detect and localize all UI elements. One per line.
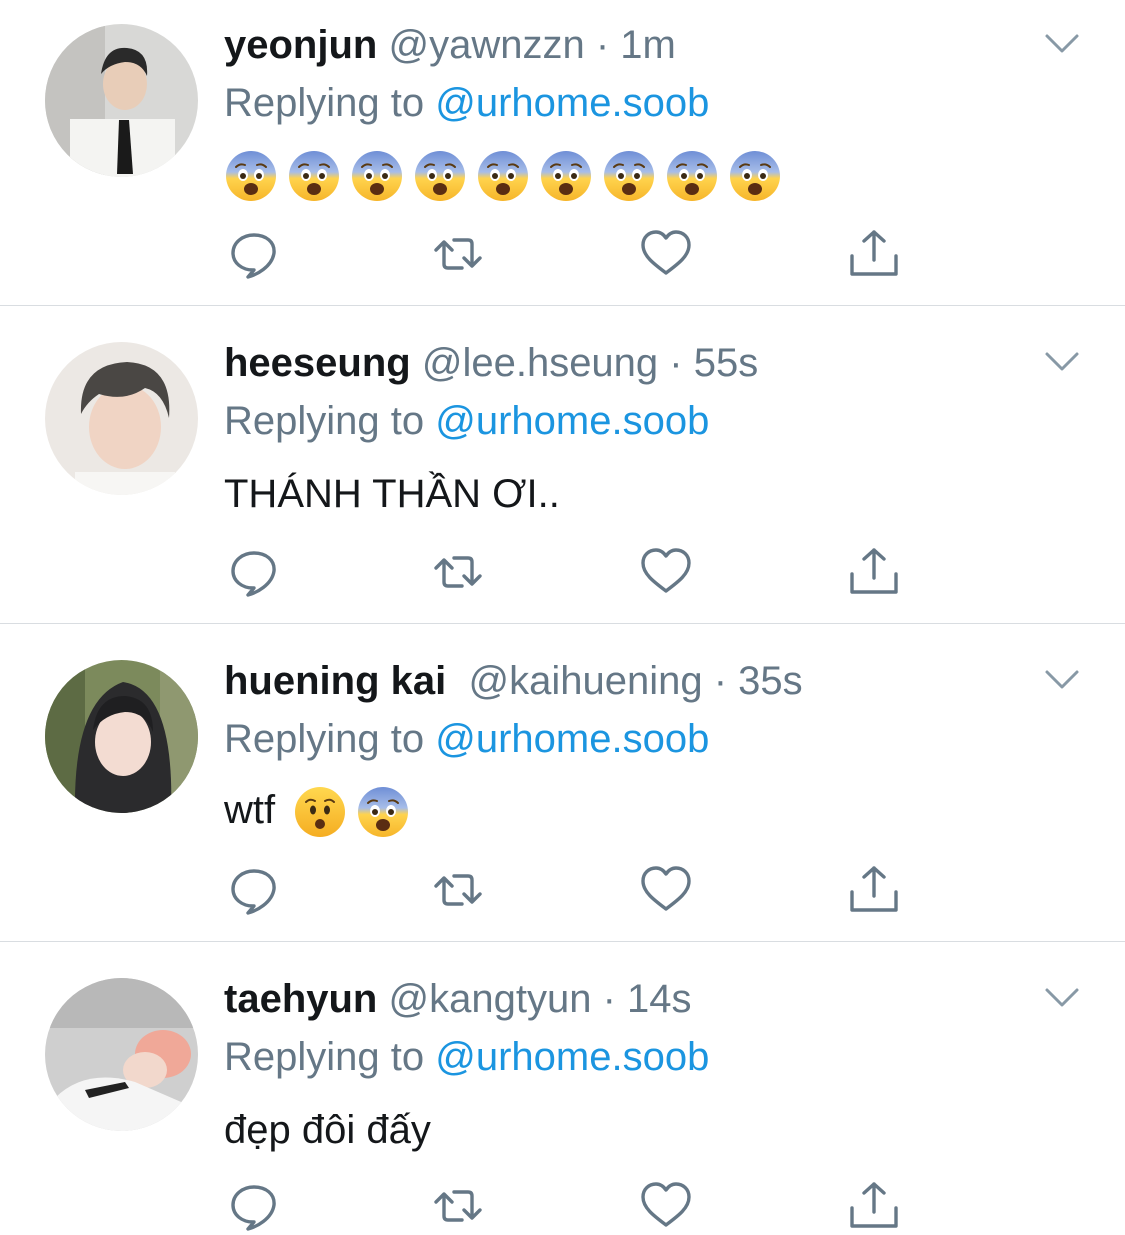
like-icon[interactable]: [638, 1178, 694, 1234]
user-handle[interactable]: @yawnzzn: [388, 23, 584, 67]
separator-dot: ·: [713, 659, 728, 703]
fearful-face-emoji-icon: [350, 149, 404, 203]
replying-to: Replying to @urhome.soob: [224, 1032, 709, 1082]
mention-link[interactable]: @urhome.soob: [435, 717, 709, 761]
tweet-body-text: THÁNH THẦN ƠI..: [224, 472, 560, 516]
replying-to-label: Replying to: [224, 717, 425, 761]
mention-link[interactable]: @urhome.soob: [435, 399, 709, 443]
tweet-text: wtf: [224, 768, 419, 852]
replying-to: Replying to @urhome.soob: [224, 396, 709, 446]
user-handle[interactable]: @kangtyun: [388, 977, 591, 1021]
emoji-row: [293, 768, 419, 852]
separator-dot: ·: [595, 23, 610, 67]
fearful-face-emoji-icon: [539, 149, 593, 203]
timestamp[interactable]: 35s: [738, 659, 803, 703]
share-icon[interactable]: [846, 862, 902, 918]
replying-to: Replying to @urhome.soob: [224, 78, 709, 128]
replying-to: Replying to @urhome.soob: [224, 714, 709, 764]
chevron-down-icon[interactable]: [1043, 348, 1081, 376]
tweet[interactable]: huening kai @kaihuening · 35s Replying t…: [0, 624, 1125, 942]
tweet-header: yeonjun @yawnzzn · 1m: [224, 20, 676, 70]
display-name[interactable]: heeseung: [224, 341, 411, 385]
tweet-text: THÁNH THẦN ƠI..: [224, 452, 560, 536]
reply-icon[interactable]: [226, 862, 282, 918]
mention-link[interactable]: @urhome.soob: [435, 1035, 709, 1079]
tweet-actions: [0, 1178, 1125, 1234]
fearful-face-emoji-icon: [476, 149, 530, 203]
hushed-face-emoji-icon: [293, 785, 347, 839]
avatar[interactable]: [45, 24, 198, 177]
tweet-text: [224, 132, 791, 216]
tweet-actions: [0, 544, 1125, 600]
fearful-face-emoji-icon: [356, 785, 410, 839]
tweet-body-text: wtf: [224, 788, 276, 832]
chevron-down-icon[interactable]: [1043, 984, 1081, 1012]
avatar[interactable]: [45, 660, 198, 813]
separator-dot: ·: [602, 977, 616, 1021]
tweet[interactable]: taehyun @kangtyun · 14s Replying to @urh…: [0, 942, 1125, 1235]
emoji-row: [224, 132, 791, 216]
mention-link[interactable]: @urhome.soob: [435, 81, 709, 125]
retweet-icon[interactable]: [430, 862, 486, 918]
fearful-face-emoji-icon: [665, 149, 719, 203]
share-icon[interactable]: [846, 544, 902, 600]
retweet-icon[interactable]: [430, 226, 486, 282]
tweet-header: heeseung @lee.hseung · 55s: [224, 338, 758, 388]
fearful-face-emoji-icon: [224, 149, 278, 203]
share-icon[interactable]: [846, 1178, 902, 1234]
display-name[interactable]: taehyun: [224, 977, 377, 1021]
like-icon[interactable]: [638, 544, 694, 600]
tweet-header: taehyun @kangtyun · 14s: [224, 974, 692, 1024]
retweet-icon[interactable]: [430, 1178, 486, 1234]
tweet-body-text: đẹp đôi đấy: [224, 1108, 431, 1152]
separator-dot: ·: [669, 341, 683, 385]
timestamp[interactable]: 14s: [627, 977, 692, 1021]
chevron-down-icon[interactable]: [1043, 666, 1081, 694]
fearful-face-emoji-icon: [413, 149, 467, 203]
timestamp[interactable]: 1m: [620, 23, 676, 67]
tweet-actions: [0, 862, 1125, 918]
fearful-face-emoji-icon: [728, 149, 782, 203]
fearful-face-emoji-icon: [287, 149, 341, 203]
display-name[interactable]: yeonjun: [224, 23, 377, 67]
tweet-text: đẹp đôi đấy: [224, 1088, 431, 1172]
fearful-face-emoji-icon: [602, 149, 656, 203]
reply-icon[interactable]: [226, 226, 282, 282]
user-handle[interactable]: @kaihuening: [468, 659, 702, 703]
display-name[interactable]: huening kai: [224, 659, 446, 703]
reply-icon[interactable]: [226, 1178, 282, 1234]
user-handle[interactable]: @lee.hseung: [422, 341, 658, 385]
like-icon[interactable]: [638, 226, 694, 282]
tweet-header: huening kai @kaihuening · 35s: [224, 656, 803, 706]
like-icon[interactable]: [638, 862, 694, 918]
avatar[interactable]: [45, 978, 198, 1131]
replying-to-label: Replying to: [224, 399, 425, 443]
tweet[interactable]: heeseung @lee.hseung · 55s Replying to @…: [0, 306, 1125, 624]
tweet[interactable]: yeonjun @yawnzzn · 1m Replying to @urhom…: [0, 0, 1125, 306]
reply-icon[interactable]: [226, 544, 282, 600]
replying-to-label: Replying to: [224, 1035, 425, 1079]
replying-to-label: Replying to: [224, 81, 425, 125]
tweet-actions: [0, 226, 1125, 282]
avatar[interactable]: [45, 342, 198, 495]
retweet-icon[interactable]: [430, 544, 486, 600]
timestamp[interactable]: 55s: [694, 341, 759, 385]
chevron-down-icon[interactable]: [1043, 30, 1081, 58]
share-icon[interactable]: [846, 226, 902, 282]
